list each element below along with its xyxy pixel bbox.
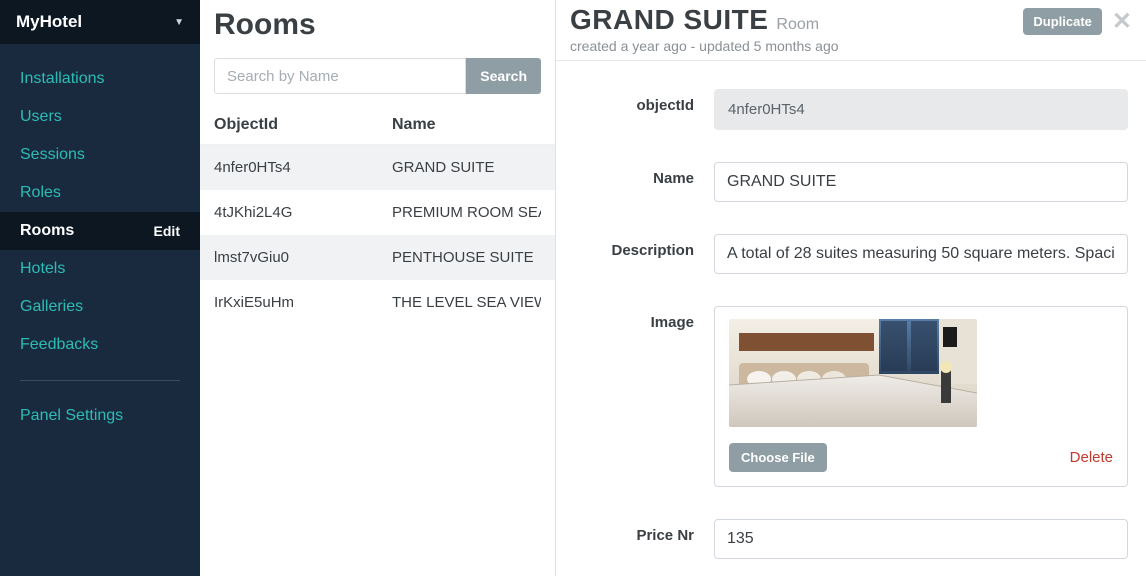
sidebar-item-label: Sessions bbox=[20, 146, 85, 164]
table-row[interactable]: 4nfer0HTs4 GRAND SUITE bbox=[200, 145, 555, 190]
sidebar-item-galleries[interactable]: Galleries bbox=[0, 288, 200, 326]
close-icon[interactable]: ✕ bbox=[1112, 10, 1132, 34]
sidebar-item-label: Installations bbox=[20, 70, 105, 88]
sidebar-item-sessions[interactable]: Sessions bbox=[0, 136, 200, 174]
cell-objectid: lmst7vGiu0 bbox=[214, 249, 392, 266]
delete-image-link[interactable]: Delete bbox=[1070, 449, 1113, 466]
input-description[interactable] bbox=[714, 234, 1128, 274]
sidebar-item-installations[interactable]: Installations bbox=[0, 60, 200, 98]
sidebar-item-label: Roles bbox=[20, 184, 61, 202]
sidebar-item-roles[interactable]: Roles bbox=[0, 174, 200, 212]
sidebar-item-edit[interactable]: Edit bbox=[154, 223, 180, 239]
detail-title: GRAND SUITE bbox=[570, 4, 768, 36]
room-image bbox=[729, 319, 977, 427]
label-objectid: objectId bbox=[574, 89, 694, 114]
cell-objectid: IrKxiE5uHm bbox=[214, 294, 392, 311]
sidebar-item-label: Feedbacks bbox=[20, 336, 98, 354]
label-image: Image bbox=[574, 306, 694, 331]
cell-objectid: 4nfer0HTs4 bbox=[214, 159, 392, 176]
detail-panel: GRAND SUITE Room created a year ago - up… bbox=[556, 0, 1146, 576]
table-row[interactable]: lmst7vGiu0 PENTHOUSE SUITE bbox=[200, 235, 555, 280]
table-row[interactable]: 4tJKhi2L4G PREMIUM ROOM SEA VIEW bbox=[200, 190, 555, 235]
cell-name: THE LEVEL SEA VIEW bbox=[392, 294, 541, 311]
nav-divider bbox=[20, 380, 180, 381]
column-name: Name bbox=[392, 116, 541, 134]
image-box: Choose File Delete bbox=[714, 306, 1128, 487]
caret-down-icon: ▼ bbox=[174, 17, 184, 28]
cell-name: PREMIUM ROOM SEA VIEW bbox=[392, 204, 541, 221]
input-price[interactable] bbox=[714, 519, 1128, 559]
choose-file-button[interactable]: Choose File bbox=[729, 443, 827, 472]
sidebar-item-feedbacks[interactable]: Feedbacks bbox=[0, 326, 200, 364]
label-name: Name bbox=[574, 162, 694, 187]
sidebar: MyHotel ▼ Installations Users Sessions R… bbox=[0, 0, 200, 576]
detail-type: Room bbox=[776, 16, 819, 34]
detail-meta: created a year ago - updated 5 months ag… bbox=[570, 38, 839, 54]
cell-name: PENTHOUSE SUITE bbox=[392, 249, 541, 266]
table-row[interactable]: IrKxiE5uHm THE LEVEL SEA VIEW bbox=[200, 280, 555, 325]
nav: Installations Users Sessions Roles Rooms… bbox=[0, 44, 200, 435]
label-price: Price Nr bbox=[574, 519, 694, 544]
brand-name: MyHotel bbox=[16, 12, 82, 32]
sidebar-item-label: Rooms bbox=[20, 222, 74, 240]
list-panel: Rooms Search ObjectId Name 4nfer0HTs4 GR… bbox=[200, 0, 556, 576]
value-objectid: 4nfer0HTs4 bbox=[714, 89, 1128, 130]
cell-name: GRAND SUITE bbox=[392, 159, 541, 176]
duplicate-button[interactable]: Duplicate bbox=[1023, 8, 1102, 35]
sidebar-item-label: Hotels bbox=[20, 260, 65, 278]
cell-objectid: 4tJKhi2L4G bbox=[214, 204, 392, 221]
brand-dropdown[interactable]: MyHotel ▼ bbox=[0, 0, 200, 44]
sidebar-item-label: Users bbox=[20, 108, 62, 126]
table-header: ObjectId Name bbox=[200, 106, 555, 145]
input-name[interactable] bbox=[714, 162, 1128, 202]
sidebar-item-label: Panel Settings bbox=[20, 407, 123, 424]
sidebar-item-panel-settings[interactable]: Panel Settings bbox=[0, 397, 200, 435]
search-input[interactable] bbox=[214, 58, 466, 94]
sidebar-item-hotels[interactable]: Hotels bbox=[0, 250, 200, 288]
sidebar-item-users[interactable]: Users bbox=[0, 98, 200, 136]
column-objectid: ObjectId bbox=[214, 116, 392, 134]
search-button[interactable]: Search bbox=[466, 58, 541, 94]
list-title: Rooms bbox=[214, 8, 541, 42]
sidebar-item-label: Galleries bbox=[20, 298, 83, 316]
label-description: Description bbox=[574, 234, 694, 259]
sidebar-item-rooms[interactable]: Rooms Edit bbox=[0, 212, 200, 250]
